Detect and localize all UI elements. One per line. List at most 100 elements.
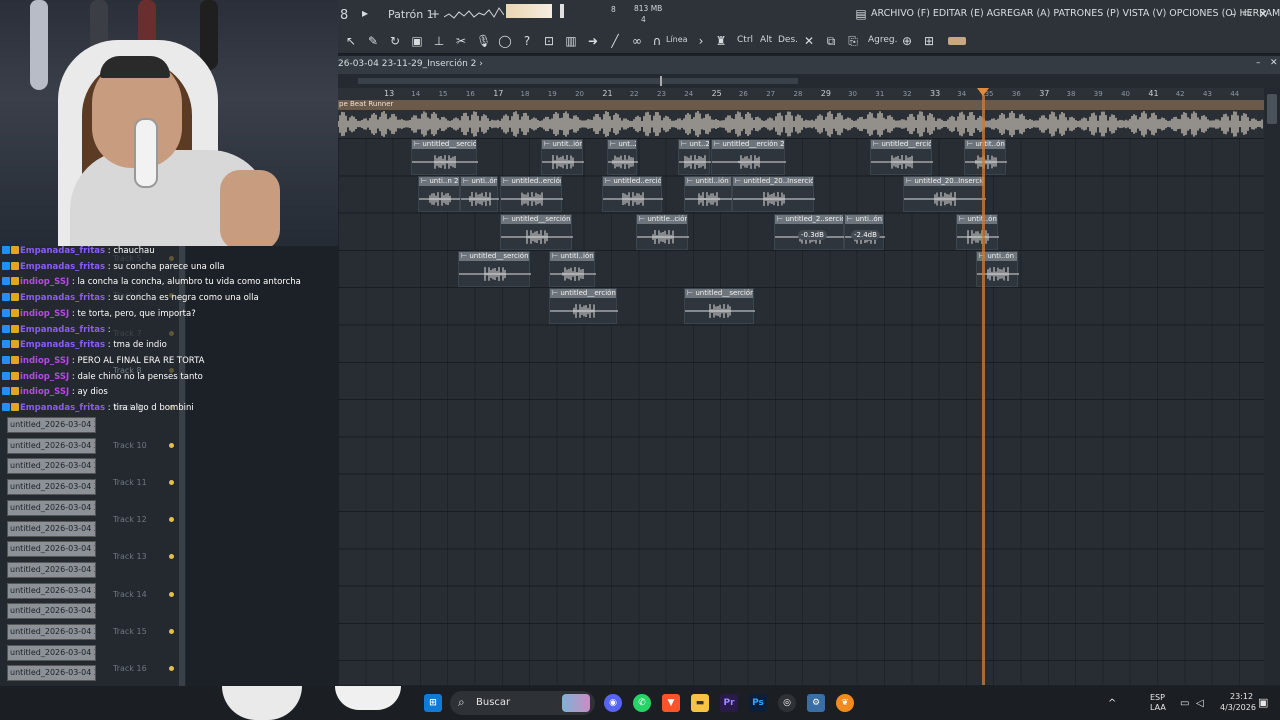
tray-chevron-icon[interactable]: ^	[1108, 698, 1116, 709]
paint-tool-icon[interactable]: ✎	[366, 34, 380, 48]
track-mute-dot[interactable]	[169, 591, 174, 597]
audio-clip[interactable]: ⊢ untitl..ión 2	[684, 176, 733, 212]
track-mute-dot[interactable]	[169, 479, 174, 485]
copy-icon[interactable]: ⧉	[824, 34, 838, 48]
audio-clip[interactable]: ⊢ unt..2	[678, 139, 711, 175]
track-name[interactable]: Track 14	[113, 590, 147, 599]
audio-clip[interactable]: ⊢ untit..ión 2	[541, 139, 584, 175]
agreg-button[interactable]: Agreg.	[868, 35, 897, 45]
track-mute-dot[interactable]	[169, 442, 174, 448]
audio-clip[interactable]: ⊢ untitled__serción 2	[458, 251, 531, 287]
audio-clip[interactable]: ⊢ unti..n 2	[418, 176, 461, 212]
app-icon[interactable]: ⚙	[807, 694, 825, 712]
pin-icon[interactable]: ⊕	[900, 34, 914, 48]
clip-list-item[interactable]: untitled_2026-03-04 22-...	[7, 417, 96, 433]
whatsapp-icon[interactable]: ✆	[633, 694, 651, 712]
slice-icon[interactable]: ✂	[454, 34, 468, 48]
des-button[interactable]: Des.	[778, 35, 798, 45]
loop-icon[interactable]: ↻	[388, 34, 402, 48]
chat-username[interactable]: indiop_SSJ	[20, 387, 69, 397]
main-menu[interactable]: ARCHIVO (F) EDITAR (E) AGREGAR (A) PATRO…	[871, 8, 1280, 19]
track-name[interactable]: Track 11	[113, 478, 147, 487]
audio-clip[interactable]: ⊢ unti..ón 2	[460, 176, 499, 212]
fl-studio-icon[interactable]: ❦	[836, 694, 854, 712]
track-name[interactable]: Track 16	[113, 664, 147, 673]
language-b[interactable]: LAA	[1150, 703, 1166, 712]
audio-clip[interactable]: ⊢ untitled__serción 2	[411, 139, 478, 175]
plugin-preview[interactable]	[948, 37, 966, 45]
minimize-icon[interactable]: –	[1226, 7, 1240, 21]
clip-list-item[interactable]: untitled_2026-03-04 22-...	[7, 644, 96, 661]
audio-clip[interactable]: ⊢ untitled..erción 2	[602, 176, 663, 212]
audio-clip[interactable]: ⊢ unt..2	[607, 139, 638, 175]
chat-username[interactable]: indiop_SSJ	[20, 277, 69, 287]
mic-icon[interactable]: 🎙	[476, 34, 491, 48]
timeline-ruler[interactable]: 13 14 15 16 17 18 19 20 21 22 23 24 25 26 27 28 29 30 31 32…	[338, 88, 1264, 100]
chat-username[interactable]: Empanadas_fritas	[20, 325, 105, 335]
audio-clip[interactable]: ⊢ untitl..ión 2	[549, 251, 596, 287]
ctrl-button[interactable]: Ctrl	[737, 35, 753, 45]
gain-label[interactable]: -2.4dB	[851, 230, 880, 240]
snap-line-label[interactable]: Línea	[666, 35, 688, 44]
audio-clip[interactable]: ⊢ untitled__erción 2	[711, 139, 786, 175]
chat-username[interactable]: indiop_SSJ	[20, 372, 69, 382]
tempo-display[interactable]: 8	[340, 8, 348, 23]
clock-time[interactable]: 23:12	[1230, 692, 1253, 701]
track-mute-dot[interactable]	[169, 629, 174, 634]
clip-list-item[interactable]: untitled_2026-03-04 22-...	[7, 479, 96, 496]
audio-clip[interactable]: ⊢ untit..ón 2	[964, 139, 1007, 175]
brush-icon[interactable]: ╱	[608, 34, 622, 48]
master-fader[interactable]	[560, 4, 564, 18]
obs-icon[interactable]: ◎	[778, 694, 796, 712]
volume-icon[interactable]: ◁	[1196, 698, 1204, 709]
audio-clip[interactable]: ⊢ untit..ón 2	[956, 214, 999, 250]
volume-meter[interactable]	[506, 4, 552, 18]
save-icon[interactable]: ▣	[410, 34, 424, 48]
audio-clip[interactable]: ⊢ untitled__erción 2	[870, 139, 933, 175]
scroll-thumb[interactable]	[1267, 94, 1277, 124]
photoshop-icon[interactable]: Ps	[749, 694, 767, 712]
audio-clip[interactable]: ⊢ untitled_20..Inserción 2	[903, 176, 986, 212]
chat-username[interactable]: Empanadas_fritas	[20, 246, 105, 256]
cart-icon[interactable]: ⊞	[922, 34, 936, 48]
arrow-tool-icon[interactable]: ↖	[344, 34, 358, 48]
clip-list-item[interactable]: untitled_2026-03-04 22-...	[7, 624, 96, 640]
chat-username[interactable]: Empanadas_fritas	[20, 340, 105, 350]
track-name[interactable]: Track 10	[113, 441, 147, 450]
file-explorer-icon[interactable]: ▬	[691, 694, 709, 712]
clip-list-item[interactable]: untitled_2026-03-04 22-...	[7, 541, 96, 558]
clip-list-item[interactable]: untitled_2026-03-04 22-...	[7, 499, 96, 516]
playlist-scrollbar[interactable]	[1264, 88, 1280, 685]
magnet-icon[interactable]: ∩	[650, 34, 664, 48]
audio-clip[interactable]: ⊢ untitle..ción 2	[636, 214, 689, 250]
playlist-close-icon[interactable]: ✕	[1270, 58, 1278, 68]
playlist-overview[interactable]	[338, 74, 1280, 88]
chat-username[interactable]: Empanadas_fritas	[20, 403, 105, 413]
track-name[interactable]: Track 13	[113, 552, 147, 561]
clip-list-item[interactable]: untitled_2026-03-04 22-...	[7, 582, 96, 599]
premiere-icon[interactable]: Pr	[720, 694, 738, 712]
piano-icon[interactable]: ▥	[564, 34, 578, 48]
paste-icon[interactable]: ⎘	[846, 34, 860, 48]
maximize-icon[interactable]: ▭	[1240, 7, 1254, 21]
audio-clip[interactable]: ⊢ untitled__erción 2	[549, 288, 618, 324]
audio-clip[interactable]: ⊢ untitled__serción 2	[684, 288, 755, 324]
main-audio-waveform[interactable]	[337, 110, 1264, 138]
chat-username[interactable]: indiop_SSJ	[20, 309, 69, 319]
clip-list-item[interactable]: untitled_2026-03-04 22-...	[7, 603, 96, 620]
play-icon[interactable]: ▸	[358, 6, 372, 20]
playlist-grid[interactable]: ⊢ untitled__serción 2 ⊢ untit..ión 2 ⊢ unt…	[338, 138, 1264, 685]
close-icon[interactable]: ✕	[1256, 7, 1270, 21]
delete-icon[interactable]: ✕	[802, 34, 816, 48]
audio-clip[interactable]: ⊢ untitled__serción 2	[500, 214, 573, 250]
stamp-bell-icon[interactable]: ♜	[714, 34, 728, 48]
chat-username[interactable]: Empanadas_fritas	[20, 262, 105, 272]
alt-button[interactable]: Alt	[760, 35, 772, 45]
clip-list-item[interactable]: untitled_2026-03-04 22-...	[7, 458, 96, 475]
link-icon[interactable]: ∞	[630, 34, 644, 48]
add-pattern-icon[interactable]: +	[428, 7, 442, 21]
discord-icon[interactable]: ◉	[604, 694, 622, 712]
language-a[interactable]: ESP	[1150, 693, 1165, 702]
gain-label[interactable]: -0.3dB	[798, 230, 827, 240]
clip-list-item[interactable]: untitled_2026-03-04 22-...	[7, 665, 96, 682]
